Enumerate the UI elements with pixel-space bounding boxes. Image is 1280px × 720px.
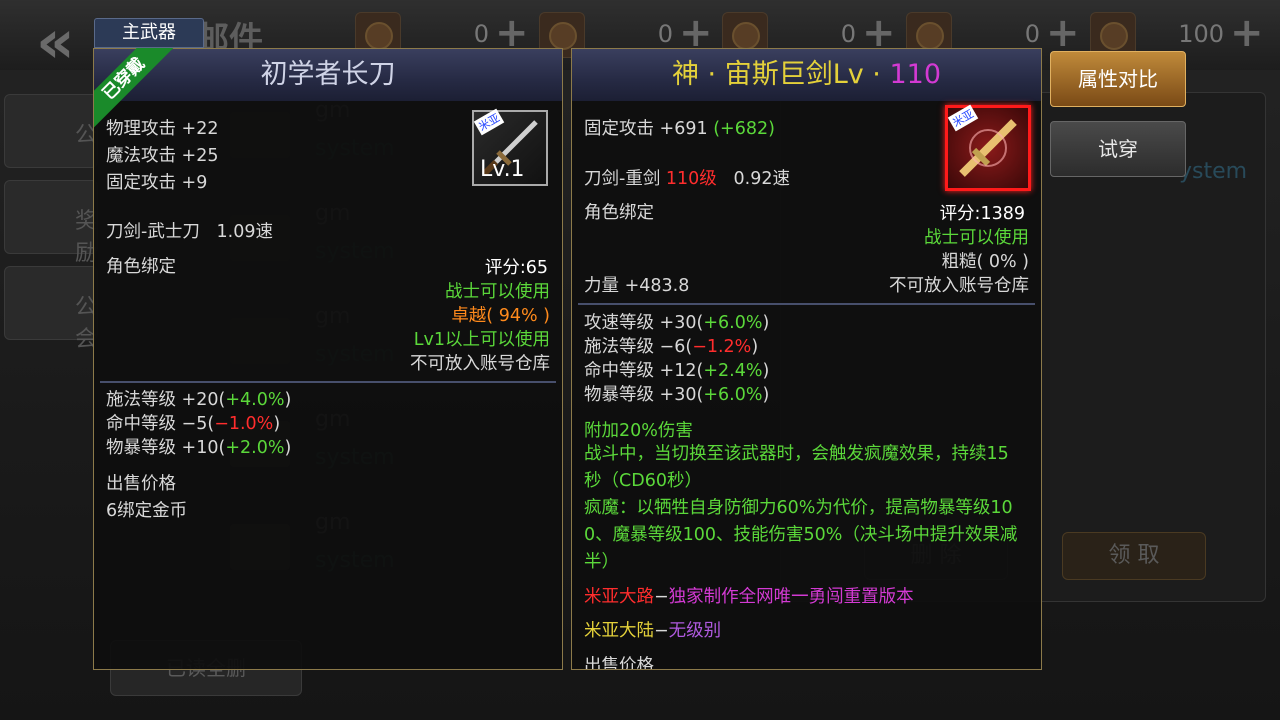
effect-line: 秒（CD60秒） [584,471,702,491]
icon-level: Lv.1 [480,157,525,182]
storage-restriction: 不可放入账号仓库 [410,354,550,374]
mail-detail-sender: ystem [1179,159,1248,184]
level-stat-label: 物暴等级 +30( [584,385,704,405]
item-score: 评分:1389 [939,204,1025,224]
add-currency-button[interactable]: + [1230,10,1264,56]
item-quality: 粗糙( 0% ) [941,252,1029,272]
server-line: 米亚大路−独家制作全网唯一勇闯重置版本 [584,587,914,607]
currency-value: 0 [1024,20,1040,48]
divider [100,381,556,383]
weapon-type-text: 刀剑-重剑 [584,169,661,189]
try-on-button[interactable]: 试穿 [1050,121,1186,177]
level-requirement: Lv1以上可以使用 [413,330,550,350]
level-stat-delta: +4.0% [225,390,285,410]
server-name: 米亚大路 [584,587,654,607]
server-note: 无级别 [668,621,722,641]
server-line-2: 米亚大陆−无级别 [584,621,722,641]
stat-line: 固定攻击 +9 [106,173,208,193]
fixed-attack-value: 固定攻击 +691 [584,119,708,139]
level-stat-delta: −1.2% [692,337,752,357]
effect-line: 战斗中，当切换至该武器时，会触发疯魔效果，持续15 [584,444,1009,464]
add-currency-button[interactable]: + [1046,10,1080,56]
bind-status: 角色绑定 [584,203,654,223]
item-name-text: 神 · 宙斯巨剑Lv · [671,59,890,90]
currency-slot: 100 + [1090,10,1270,58]
fixed-attack: 固定攻击 +691 (+682) [584,118,775,140]
class-requirement: 战士可以使用 [924,228,1029,248]
level-stat-delta: +6.0% [703,385,763,405]
level-stat-line: 命中等级 +12(+2.4%) [584,361,770,381]
fixed-attack-delta: (+682) [713,119,775,139]
nav-item-announce[interactable]: 公 [4,94,98,168]
level-stat-delta: +6.0% [703,313,763,333]
level-stat-line: 施法等级 −6(−1.2%) [584,337,759,357]
weapon-type: 刀剑-重剑 110级 0.92速 [584,168,790,190]
stat-line: 魔法攻击 +25 [106,146,219,166]
currency-value: 0 [657,20,673,48]
strength-stat: 力量 +483.8 [584,276,690,296]
weapon-type-text: 刀剑-武士刀 [106,222,200,242]
main-weapon-tab: 主武器 [94,18,204,48]
currency-value: 0 [840,20,856,48]
level-stat-label: 施法等级 −6( [584,337,693,357]
item-quality: 卓越( 94% ) [451,306,550,326]
equipped-label: 已穿戴 [94,48,174,128]
level-stat-line: 物暴等级 +30(+6.0%) [584,385,770,405]
compare-attributes-button[interactable]: 属性对比 [1050,51,1186,107]
bind-status: 角色绑定 [106,257,176,277]
storage-restriction: 不可放入账号仓库 [889,276,1029,296]
weapon-speed: 1.09速 [216,222,273,242]
level-stat-delta: −1.0% [214,414,274,434]
item-level: 110 [889,59,942,90]
nav-item-guild[interactable]: 公会 [4,266,98,352]
nav-item-reward[interactable]: 奖励 [4,180,98,266]
weapon-level: 110级 [665,169,717,189]
currency-value: 100 [1178,20,1224,48]
compare-item-tooltip: 神 · 宙斯巨剑Lv · 110 固定攻击 +691 (+682) 米亚 刀剑-… [571,48,1042,670]
sell-price-label: 出售价格 [106,474,176,494]
equipped-item-tooltip: 初学者长刀 物理攻击 +22 魔法攻击 +25 固定攻击 +9 米亚 Lv.1 … [93,48,563,670]
level-stat-label: 物暴等级 +10( [106,438,226,458]
level-stat-label: 施法等级 +20( [106,390,226,410]
effect-line: 0、魔暴等级100、技能伤害50%（决斗场中提升效果减 [584,525,1018,545]
server-name: 米亚大陆 [584,621,654,641]
level-stat-line: 物暴等级 +10(+2.0%) [106,438,292,458]
level-stat-label: 攻速等级 +30( [584,313,704,333]
item-score: 评分:65 [484,258,548,278]
server-note: 独家制作全网唯一勇闯重置版本 [668,587,914,607]
weapon-icon[interactable]: 米亚 [945,104,1031,191]
effect-line: 疯魔：以牺牲自身防御力60%为代价，提高物暴等级10 [584,498,1013,518]
claim-button[interactable]: 领 取 [1062,532,1206,580]
currency-value: 0 [473,20,489,48]
level-stat-line: 攻速等级 +30(+6.0%) [584,313,770,333]
level-stat-label: 命中等级 +12( [584,361,704,381]
class-requirement: 战士可以使用 [445,282,550,302]
effect-line: 半） [584,552,619,572]
sell-price-value: 6绑定金币 [106,501,188,521]
weapon-icon[interactable]: 米亚 Lv.1 [472,108,548,186]
weapon-speed: 0.92速 [733,169,790,189]
extra-damage: 附加20%伤害 [584,421,693,441]
level-stat-delta: +2.0% [225,438,285,458]
weapon-type: 刀剑-武士刀 1.09速 [106,221,273,243]
item-name: 神 · 宙斯巨剑Lv · 110 [572,49,1041,101]
sell-price-label: 出售价格 [584,656,654,670]
level-stat-delta: +2.4% [703,361,763,381]
back-chevron-icon[interactable]: « [36,12,75,72]
level-stat-line: 施法等级 +20(+4.0%) [106,390,292,410]
equipped-ribbon: 已穿戴 [94,48,174,128]
level-stat-label: 命中等级 −5( [106,414,215,434]
divider [578,303,1035,305]
level-stat-line: 命中等级 −5(−1.0%) [106,414,281,434]
